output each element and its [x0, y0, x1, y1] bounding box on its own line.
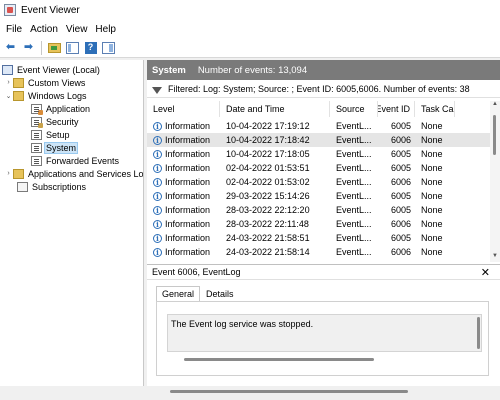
- action-pane-icon: [102, 41, 115, 54]
- log-name: System: [152, 64, 186, 76]
- forward-arrow-icon[interactable]: ➡: [21, 40, 36, 55]
- tree-item-application[interactable]: Application: [31, 102, 91, 115]
- log-header: System Number of events: 13,094: [147, 60, 500, 80]
- tree-item-setup[interactable]: Setup: [31, 128, 71, 141]
- chevron-right-icon[interactable]: ›: [4, 170, 13, 177]
- menu-action[interactable]: Action: [28, 24, 64, 35]
- filter-funnel-icon: [152, 86, 162, 94]
- bottom-horizontal-scrollbar[interactable]: [170, 390, 408, 393]
- folder-icon: [13, 168, 24, 179]
- tree-item-subscriptions[interactable]: Subscriptions: [17, 180, 87, 193]
- toolbar-separator: [41, 40, 42, 55]
- application-log-icon: [31, 103, 43, 115]
- event-count: Number of events: 13,094: [197, 64, 308, 76]
- main-pane: System Number of events: 13,094 Filtered…: [147, 60, 500, 386]
- tree-item-system[interactable]: System: [31, 141, 79, 154]
- event-row[interactable]: i Information 28-03-2022 22:11:48 EventL.…: [147, 217, 490, 231]
- event-message: The Event log service was stopped.: [171, 319, 314, 329]
- scroll-up-arrow-icon[interactable]: ▲: [490, 101, 500, 110]
- tab-details[interactable]: Details: [200, 286, 240, 302]
- information-icon: i: [153, 220, 162, 230]
- event-row[interactable]: i Information 10-04-2022 17:19:12 EventL.…: [147, 119, 490, 133]
- information-icon: i: [153, 234, 162, 244]
- general-tab-panel: The Event log service was stopped.: [156, 301, 489, 376]
- folder-icon: [48, 42, 61, 53]
- folder-icon: [13, 90, 24, 101]
- tree-item-windows-logs[interactable]: ⌄ Windows Logs: [4, 89, 88, 102]
- window-title: Event Viewer: [21, 4, 80, 16]
- console-tree: Event Viewer (Local) › Custom Views ⌄ Wi…: [0, 60, 144, 386]
- detail-tabs: General Details: [156, 286, 240, 302]
- event-list: i Information 10-04-2022 17:19:12 EventL.…: [147, 119, 490, 261]
- event-row[interactable]: i Information 24-03-2022 21:58:51 EventL.…: [147, 231, 490, 245]
- menu-file[interactable]: File: [4, 24, 28, 35]
- toolbar: ⬅ ➡ ?: [0, 38, 500, 58]
- system-log-icon: [31, 142, 42, 153]
- column-header-event-id[interactable]: Event ID: [378, 101, 415, 117]
- information-icon: i: [153, 178, 162, 188]
- filter-bar: Filtered: Log: System; Source: ; Event I…: [147, 81, 500, 98]
- column-header-level[interactable]: Level: [147, 101, 220, 117]
- menu-view[interactable]: View: [64, 24, 94, 35]
- information-icon: i: [153, 192, 162, 202]
- information-icon: i: [153, 248, 162, 258]
- information-icon: i: [153, 206, 162, 216]
- information-icon: i: [153, 150, 162, 160]
- event-row[interactable]: i Information 28-03-2022 22:12:20 EventL.…: [147, 203, 490, 217]
- event-detail-header: Event 6006, EventLog ✕: [147, 264, 500, 280]
- scrollbar-thumb[interactable]: [493, 115, 496, 155]
- column-header-task-category[interactable]: Task Ca...: [415, 101, 455, 117]
- close-icon[interactable]: ✕: [481, 266, 490, 279]
- chevron-down-icon[interactable]: ⌄: [4, 92, 13, 100]
- information-icon: i: [153, 164, 162, 174]
- detail-horizontal-scrollbar[interactable]: [184, 358, 374, 361]
- filter-text: Filtered: Log: System; Source: ; Event I…: [168, 84, 470, 94]
- back-arrow-icon[interactable]: ⬅: [3, 40, 18, 55]
- event-row[interactable]: i Information 02-04-2022 01:53:02 EventL.…: [147, 175, 490, 189]
- console-tree-icon: [66, 41, 79, 54]
- event-detail-title: Event 6006, EventLog: [152, 267, 241, 277]
- tab-general[interactable]: General: [156, 286, 201, 302]
- description-scrollbar[interactable]: [477, 317, 480, 349]
- event-list-scrollbar[interactable]: ▲ ▼: [490, 101, 500, 262]
- security-log-icon: [31, 116, 43, 128]
- help-button[interactable]: ?: [83, 40, 98, 55]
- up-folder-button[interactable]: [47, 40, 62, 55]
- information-icon: i: [153, 122, 162, 132]
- setup-log-icon: [31, 129, 42, 140]
- scroll-down-arrow-icon[interactable]: ▼: [490, 253, 500, 262]
- tree-item-root[interactable]: Event Viewer (Local): [2, 63, 101, 76]
- show-hide-console-tree-button[interactable]: [65, 40, 80, 55]
- folder-icon: [13, 77, 24, 88]
- chevron-right-icon[interactable]: ›: [4, 79, 13, 86]
- computer-icon: [2, 64, 13, 75]
- status-area: [0, 386, 500, 400]
- tree-item-custom-views[interactable]: › Custom Views: [4, 76, 86, 89]
- forwarded-events-log-icon: [31, 155, 42, 166]
- column-headers: Level Date and Time Source Event ID Task…: [147, 101, 490, 117]
- help-icon: ?: [84, 41, 97, 54]
- event-viewer-app-icon: [4, 4, 16, 16]
- tree-item-forwarded-events[interactable]: Forwarded Events: [31, 154, 120, 167]
- menu-bar: File Action View Help: [0, 20, 500, 38]
- subscriptions-icon: [17, 181, 28, 192]
- information-icon: i: [153, 136, 162, 146]
- show-hide-action-pane-button[interactable]: [101, 40, 116, 55]
- event-row[interactable]: i Information 24-03-2022 21:58:14 EventL.…: [147, 245, 490, 259]
- event-description[interactable]: The Event log service was stopped.: [167, 314, 482, 352]
- title-bar: Event Viewer: [0, 0, 500, 20]
- event-row[interactable]: i Information 10-04-2022 17:18:05 EventL.…: [147, 147, 490, 161]
- column-header-date-time[interactable]: Date and Time: [220, 101, 330, 117]
- column-header-source[interactable]: Source: [330, 101, 378, 117]
- event-row-selected[interactable]: i Information 10-04-2022 17:18:42 EventL.…: [147, 133, 490, 147]
- menu-help[interactable]: Help: [93, 24, 122, 35]
- tree-item-applications-and-services[interactable]: › Applications and Services Lo: [4, 167, 143, 180]
- event-row[interactable]: i Information 02-04-2022 01:53:51 EventL.…: [147, 161, 490, 175]
- tree-item-security[interactable]: Security: [31, 115, 80, 128]
- event-row[interactable]: i Information 29-03-2022 15:14:26 EventL.…: [147, 189, 490, 203]
